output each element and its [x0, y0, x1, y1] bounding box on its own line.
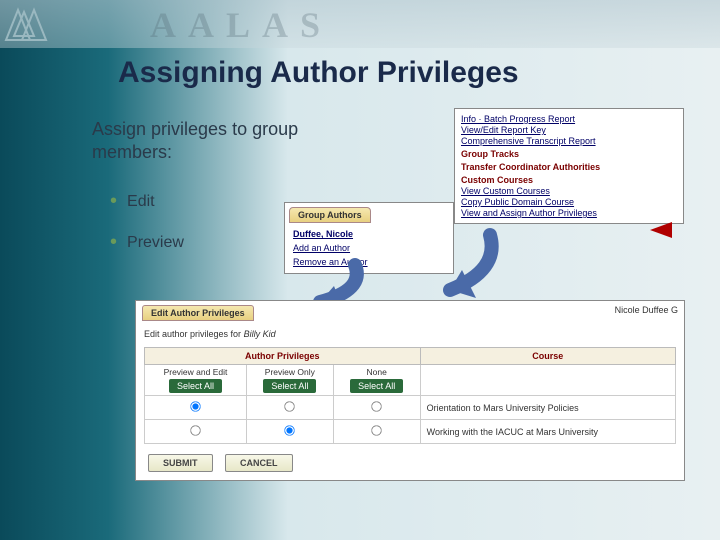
privileges-table: Author Privileges Course Preview and Edi… [144, 347, 676, 444]
edit-subtitle-prefix: Edit author privileges for [144, 329, 244, 339]
radio-none[interactable] [371, 401, 381, 411]
submit-button[interactable]: SUBMIT [148, 454, 213, 472]
menu-link-assign-privileges[interactable]: View and Assign Author Privileges [461, 208, 677, 218]
select-all-preview-edit[interactable]: Select All [169, 379, 222, 393]
edit-privileges-tab: Edit Author Privileges [142, 305, 254, 321]
content-area: Assign privileges to group members: Edit… [0, 100, 720, 540]
col-label: Preview Only [251, 367, 329, 377]
nav-menu-panel: Info · Batch Progress Report View/Edit R… [454, 108, 684, 224]
menu-link[interactable]: View/Edit Report Key [461, 125, 677, 135]
table-row: Working with the IACUC at Mars Universit… [145, 420, 676, 444]
menu-header: Group Tracks [461, 149, 677, 159]
cancel-button[interactable]: CANCEL [225, 454, 293, 472]
radio-preview-only[interactable] [285, 425, 295, 435]
menu-link[interactable]: Info · Batch Progress Report [461, 114, 677, 124]
group-authors-tab: Group Authors [289, 207, 371, 223]
menu-link[interactable]: Copy Public Domain Course [461, 197, 677, 207]
table-row: Orientation to Mars University Policies [145, 396, 676, 420]
col-label: None [338, 367, 416, 377]
col-none: None Select All [333, 365, 420, 396]
radio-preview-only[interactable] [285, 401, 295, 411]
watermark-text: AALAS [150, 4, 332, 46]
edit-privileges-panel: Edit Author Privileges Nicole Duffee G E… [135, 300, 685, 481]
menu-link[interactable]: Comprehensive Transcript Report [461, 136, 677, 146]
logo-triangles [2, 2, 52, 45]
course-cell: Working with the IACUC at Mars Universit… [420, 420, 675, 444]
bullet-edit: Edit [110, 190, 184, 213]
radio-none[interactable] [371, 425, 381, 435]
author-name-link[interactable]: Duffee, Nicole [293, 229, 353, 239]
menu-header: Custom Courses [461, 175, 677, 185]
menu-link[interactable]: View Custom Courses [461, 186, 677, 196]
bullet-list: Edit Preview [110, 190, 184, 272]
select-all-none[interactable]: Select All [350, 379, 403, 393]
radio-preview-edit[interactable] [190, 401, 200, 411]
radio-preview-edit[interactable] [190, 425, 200, 435]
callout-arrow-icon [650, 222, 672, 238]
edit-subtitle: Edit author privileges for Billy Kid [144, 329, 684, 339]
col-preview-edit: Preview and Edit Select All [145, 365, 247, 396]
page-title: Assigning Author Privileges [118, 56, 519, 90]
bullet-preview: Preview [110, 231, 184, 254]
intro-text: Assign privileges to group members: [92, 118, 322, 165]
col-label: Preview and Edit [149, 367, 242, 377]
menu-header: Transfer Coordinator Authorities [461, 162, 677, 172]
table-header-privileges: Author Privileges [145, 348, 421, 365]
course-cell: Orientation to Mars University Policies [420, 396, 675, 420]
header-band [0, 0, 720, 48]
table-header-course: Course [420, 348, 675, 365]
current-user-label: Nicole Duffee G [615, 305, 678, 315]
select-all-preview-only[interactable]: Select All [263, 379, 316, 393]
edit-subtitle-name: Billy Kid [244, 329, 276, 339]
col-preview-only: Preview Only Select All [246, 365, 333, 396]
